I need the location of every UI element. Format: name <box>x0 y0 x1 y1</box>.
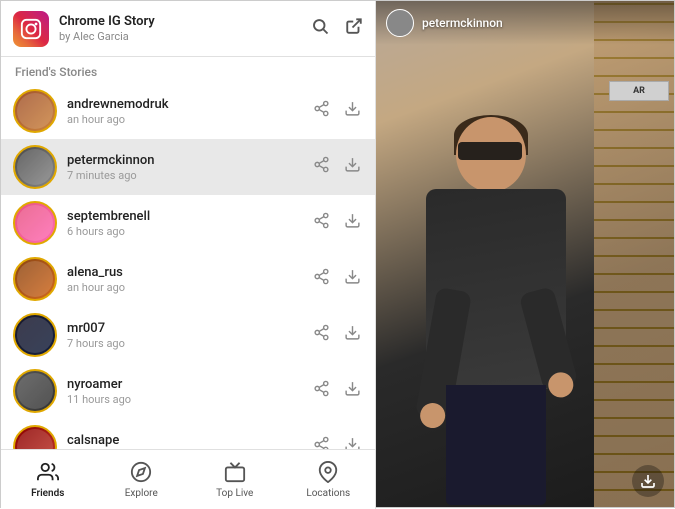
story-actions <box>311 434 363 449</box>
story-actions <box>311 266 363 292</box>
video-avatar <box>386 9 414 37</box>
download-button[interactable] <box>342 154 363 180</box>
story-item[interactable]: calsnape12 hours ago <box>1 419 375 449</box>
story-time: an hour ago <box>67 281 311 294</box>
share-button[interactable] <box>311 266 332 292</box>
story-time: 7 hours ago <box>67 337 311 350</box>
app-logo <box>13 11 49 47</box>
share-button[interactable] <box>311 98 332 124</box>
person-jacket <box>426 189 566 389</box>
story-info: petermckinnon7 minutes ago <box>67 153 311 182</box>
story-actions <box>311 154 363 180</box>
download-button[interactable] <box>342 266 363 292</box>
story-username: mr007 <box>67 321 311 336</box>
avatar <box>13 257 57 301</box>
person-hand-right <box>545 370 576 401</box>
story-time: 11 hours ago <box>67 393 311 406</box>
story-item[interactable]: alena_rusan hour ago <box>1 251 375 307</box>
story-list: andrewnemodrukan hour agopetermckinnon7 … <box>1 83 375 449</box>
header-actions <box>311 17 363 40</box>
bottom-nav: Friends Explore Top Live Locations <box>1 449 375 509</box>
top-live-icon <box>224 461 246 486</box>
open-external-icon[interactable] <box>345 17 363 40</box>
locations-label: Locations <box>306 488 350 499</box>
story-actions <box>311 378 363 404</box>
friends-label: Friends <box>31 488 64 499</box>
story-actions <box>311 210 363 236</box>
story-time: 6 hours ago <box>67 225 311 238</box>
story-item[interactable]: septembrenell6 hours ago <box>1 195 375 251</box>
story-username: petermckinnon <box>67 153 311 168</box>
story-username: nyroamer <box>67 377 311 392</box>
share-button[interactable] <box>311 434 332 449</box>
video-background: AR petermckinnon <box>376 1 674 507</box>
app-subtitle: by Alec Garcia <box>59 30 311 43</box>
locations-icon <box>317 461 339 486</box>
story-actions <box>311 98 363 124</box>
share-button[interactable] <box>311 154 332 180</box>
story-item[interactable]: andrewnemodrukan hour ago <box>1 83 375 139</box>
avatar <box>13 313 57 357</box>
story-username: septembrenell <box>67 209 311 224</box>
story-time: 7 minutes ago <box>67 169 311 182</box>
video-top-overlay: petermckinnon <box>376 1 674 45</box>
story-info: calsnape12 hours ago <box>67 433 311 450</box>
download-button[interactable] <box>342 378 363 404</box>
share-button[interactable] <box>311 322 332 348</box>
nav-item-top-live[interactable]: Top Live <box>188 455 282 505</box>
nav-item-friends[interactable]: Friends <box>1 455 95 505</box>
story-username: alena_rus <box>67 265 311 280</box>
story-info: nyroamer11 hours ago <box>67 377 311 406</box>
explore-label: Explore <box>125 488 158 499</box>
story-item[interactable]: nyroamer11 hours ago <box>1 363 375 419</box>
app-title: Chrome IG Story <box>59 14 311 30</box>
nav-item-locations[interactable]: Locations <box>282 455 376 505</box>
person-glasses <box>458 142 522 160</box>
story-info: mr0077 hours ago <box>67 321 311 350</box>
avatar <box>13 145 57 189</box>
avatar <box>13 201 57 245</box>
share-button[interactable] <box>311 378 332 404</box>
story-item[interactable]: mr0077 hours ago <box>1 307 375 363</box>
app-title-block: Chrome IG Story by Alec Garcia <box>59 14 311 43</box>
share-button[interactable] <box>311 210 332 236</box>
person-hand-left <box>418 401 447 430</box>
explore-icon <box>130 461 152 486</box>
app-header: Chrome IG Story by Alec Garcia <box>1 1 375 57</box>
search-icon[interactable] <box>311 17 329 40</box>
story-info: andrewnemodrukan hour ago <box>67 97 311 126</box>
top-live-label: Top Live <box>216 488 253 499</box>
story-username: andrewnemodruk <box>67 97 311 112</box>
brick-wall <box>594 1 674 507</box>
story-info: alena_rusan hour ago <box>67 265 311 294</box>
sign-overlay: AR <box>609 81 669 101</box>
left-panel: Chrome IG Story by Alec Garcia Friend's … <box>1 1 376 509</box>
right-panel: AR petermckinnon <box>376 1 674 507</box>
avatar <box>13 89 57 133</box>
person-arm-right <box>519 286 579 392</box>
section-label: Friend's Stories <box>1 57 375 83</box>
avatar <box>13 369 57 413</box>
friends-icon <box>37 461 59 486</box>
story-username: calsnape <box>67 433 311 448</box>
nav-item-explore[interactable]: Explore <box>95 455 189 505</box>
download-button[interactable] <box>342 98 363 124</box>
person-pants <box>446 385 546 505</box>
video-username: petermckinnon <box>422 16 503 30</box>
download-button[interactable] <box>342 210 363 236</box>
story-info: septembrenell6 hours ago <box>67 209 311 238</box>
story-time: an hour ago <box>67 113 311 126</box>
avatar <box>13 425 57 449</box>
story-item[interactable]: petermckinnon7 minutes ago <box>1 139 375 195</box>
person-figure <box>406 107 586 507</box>
download-button[interactable] <box>342 434 363 449</box>
video-download-button[interactable] <box>632 465 664 497</box>
story-actions <box>311 322 363 348</box>
download-button[interactable] <box>342 322 363 348</box>
story-time: 12 hours ago <box>67 449 311 450</box>
